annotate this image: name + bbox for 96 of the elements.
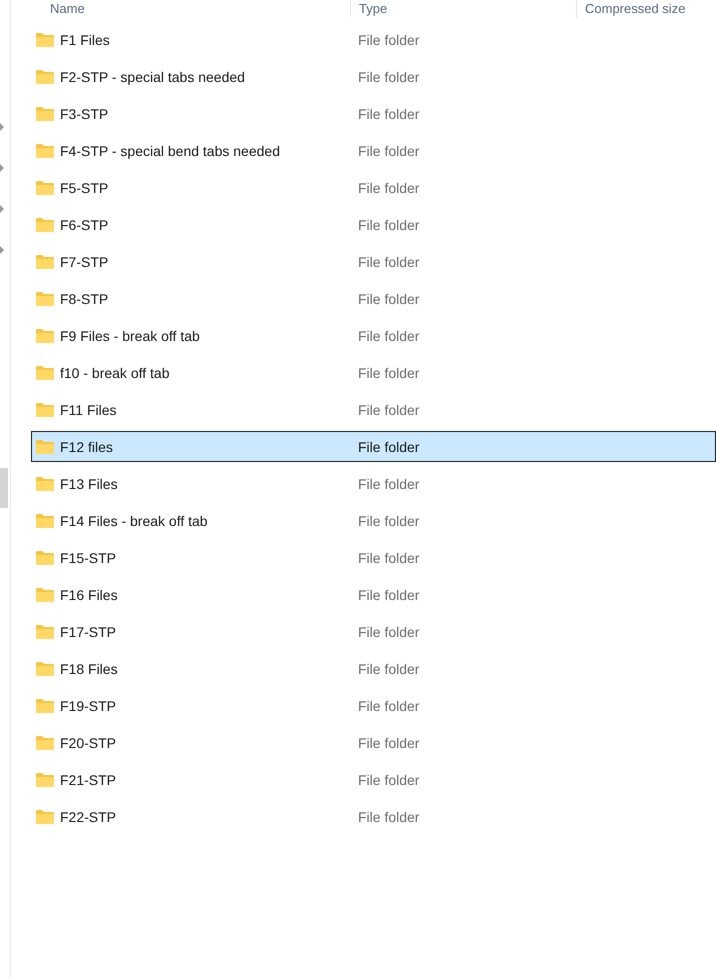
file-row[interactable]: F22-STP File folder (31, 801, 716, 832)
file-name: F16 Files (60, 586, 119, 602)
file-row[interactable]: F4-STP - special bend tabs needed File folder (31, 135, 716, 166)
file-row[interactable]: F9 Files - break off tab File folder (31, 320, 716, 351)
file-type: File folder (358, 364, 420, 380)
file-type: File folder (358, 476, 420, 492)
file-row[interactable]: F11 Files File folder (31, 394, 716, 425)
file-type: File folder (358, 438, 420, 454)
file-name: F13 Files (60, 476, 119, 492)
file-type: File folder (358, 512, 420, 528)
file-row[interactable]: F12 files File folder (31, 431, 716, 462)
folder-icon (36, 772, 54, 786)
file-name: F3-STP (60, 106, 110, 122)
folder-icon (36, 810, 54, 824)
file-name: F11 Files (60, 402, 118, 418)
file-type: File folder (358, 734, 420, 750)
file-name: F15-STP (60, 550, 118, 566)
column-header[interactable]: Compressed size (576, 0, 686, 18)
chevron-icon[interactable] (0, 123, 4, 131)
folder-icon (36, 736, 54, 750)
file-type: File folder (358, 68, 420, 84)
folder-icon (36, 624, 54, 638)
file-type: File folder (358, 254, 420, 270)
folder-icon (36, 144, 54, 158)
file-name: f10 - break off tab (60, 364, 170, 380)
file-row[interactable]: F17-STP File folder (31, 616, 716, 647)
file-row[interactable]: F15-STP File folder (31, 542, 716, 573)
file-name: F22-STP (60, 808, 118, 824)
file-row[interactable]: F5-STP File folder (31, 172, 716, 203)
file-row[interactable]: F8-STP File folder (31, 283, 716, 314)
file-type: File folder (358, 772, 420, 788)
folder-icon (36, 402, 54, 416)
folder-icon (36, 662, 54, 676)
folder-icon (36, 550, 54, 564)
file-type: File folder (358, 402, 420, 418)
file-type: File folder (358, 550, 420, 566)
scrollbar-thumb[interactable] (0, 468, 8, 508)
file-name: F6-STP (60, 216, 110, 232)
folder-icon (36, 106, 54, 120)
file-row[interactable]: F13 Files File folder (31, 468, 716, 499)
file-row[interactable]: F14 Files - break off tab File folder (31, 505, 716, 536)
folder-icon (36, 588, 54, 602)
folder-icon (36, 698, 54, 712)
file-type: File folder (358, 32, 420, 48)
file-type: File folder (358, 328, 420, 344)
folder-icon (36, 514, 54, 528)
folder-icon (36, 328, 54, 342)
folder-icon (36, 476, 54, 490)
file-row[interactable]: F18 Files File folder (31, 653, 716, 684)
folder-icon (36, 440, 54, 454)
file-name: F19-STP (60, 698, 118, 714)
file-type: File folder (358, 660, 420, 676)
file-name: F14 Files - break off tab (60, 512, 209, 528)
file-type: File folder (358, 586, 420, 602)
file-row[interactable]: f10 - break off tab File folder (31, 357, 716, 388)
file-name: F2-STP - special tabs needed (60, 68, 246, 84)
column-header[interactable]: Name (31, 0, 350, 16)
file-name: F18 Files (60, 660, 119, 676)
file-name: F5-STP (60, 180, 110, 196)
file-type: File folder (358, 106, 420, 122)
file-row[interactable]: F20-STP File folder (31, 727, 716, 758)
file-row[interactable]: F6-STP File folder (31, 209, 716, 240)
folder-icon (36, 32, 54, 46)
file-type: File folder (358, 698, 420, 714)
file-type: File folder (358, 142, 420, 158)
file-row[interactable]: F19-STP File folder (31, 690, 716, 721)
file-row[interactable]: F2-STP - special tabs needed File folder (31, 61, 716, 92)
file-name: F7-STP (60, 254, 110, 270)
file-row[interactable]: F21-STP File folder (31, 764, 716, 795)
file-name: F21-STP (60, 772, 118, 788)
chevron-icon[interactable] (0, 246, 4, 254)
folder-icon (36, 366, 54, 380)
file-type: File folder (358, 808, 420, 824)
chevron-icon[interactable] (0, 205, 4, 213)
file-name: F8-STP (60, 290, 110, 306)
file-name: F20-STP (60, 734, 118, 750)
folder-icon (36, 292, 54, 306)
file-row[interactable]: F3-STP File folder (31, 98, 716, 129)
file-name: F4-STP - special bend tabs needed (60, 142, 281, 158)
folder-icon (36, 70, 54, 84)
file-row[interactable]: F16 Files File folder (31, 579, 716, 610)
file-type: File folder (358, 624, 420, 640)
folder-icon (36, 180, 54, 194)
file-name: F9 Files - break off tab (60, 328, 201, 344)
chevron-icon[interactable] (0, 164, 4, 172)
file-name: F17-STP (60, 624, 118, 640)
file-row[interactable]: F7-STP File folder (31, 246, 716, 277)
file-type: File folder (358, 180, 420, 196)
column-header[interactable]: Type (350, 0, 576, 17)
folder-icon (36, 218, 54, 232)
file-type: File folder (358, 216, 420, 232)
file-row[interactable]: F1 Files File folder (31, 24, 716, 55)
folder-icon (36, 254, 54, 268)
file-type: File folder (358, 290, 420, 306)
file-name: F1 Files (60, 32, 111, 48)
file-name: F12 files (60, 438, 114, 454)
